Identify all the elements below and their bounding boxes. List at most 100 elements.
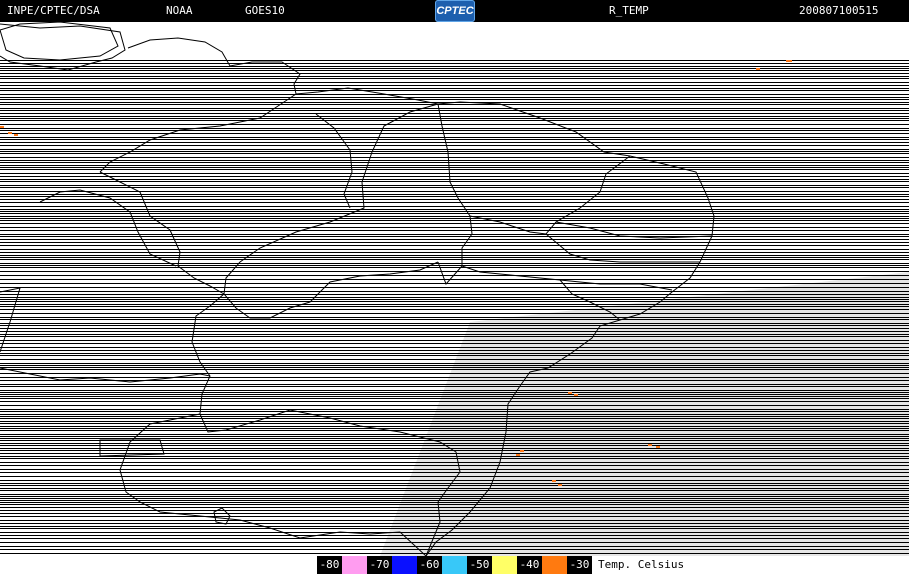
scan-line [0, 137, 909, 138]
scan-line [0, 430, 909, 431]
scan-line [0, 169, 909, 170]
scan-line [0, 350, 909, 351]
scan-line [0, 297, 909, 298]
scan-line [0, 434, 909, 435]
scan-line [0, 99, 909, 100]
scan-line [0, 416, 909, 417]
legend-swatch-3 [492, 556, 517, 574]
scan-line [0, 196, 909, 197]
scan-line [0, 469, 909, 470]
legend-label-1: -70 [367, 556, 392, 574]
scan-line [0, 104, 909, 105]
scan-line [0, 66, 909, 67]
cold-pixel [516, 454, 520, 456]
legend-label-0: -80 [317, 556, 342, 574]
scan-line [0, 386, 909, 387]
scan-line [0, 458, 909, 459]
scan-line [0, 181, 909, 182]
cold-pixel [520, 450, 524, 452]
scan-line [0, 390, 909, 391]
scan-line [0, 418, 909, 419]
scan-line [0, 306, 909, 307]
scan-line [0, 472, 909, 473]
scan-line [0, 202, 909, 203]
scan-line [0, 73, 909, 74]
scan-line [0, 355, 909, 356]
cold-pixel [14, 134, 18, 136]
scan-line [0, 483, 909, 484]
scan-line [0, 301, 909, 302]
scan-line [0, 78, 909, 79]
timestamp-label: 200807100515 [799, 4, 879, 17]
scan-line [0, 88, 909, 89]
satellite-label: GOES10 [245, 4, 285, 17]
scan-line [0, 176, 909, 177]
scan-line [0, 347, 909, 348]
scan-line [0, 336, 909, 337]
scan-line [0, 553, 909, 554]
scan-line [0, 421, 909, 422]
scan-line [0, 328, 909, 329]
scan-line [0, 384, 909, 385]
scan-line [0, 549, 909, 550]
scan-line [0, 220, 909, 221]
legend-swatch-2 [442, 556, 467, 574]
scan-line [0, 157, 909, 158]
legend-swatch-4 [542, 556, 567, 574]
scan-line [0, 496, 909, 497]
cold-pixel [756, 68, 760, 70]
scan-line [0, 542, 909, 543]
scan-line [0, 116, 909, 117]
scan-line [0, 263, 909, 264]
legend-title: Temp. Celsius [598, 558, 685, 571]
scan-line [0, 443, 909, 444]
scan-line [0, 130, 909, 131]
scan-line [0, 187, 909, 188]
scan-line [0, 313, 909, 314]
cold-pixel [568, 392, 572, 394]
scan-line [0, 535, 909, 536]
scan-line [0, 179, 909, 180]
scan-line [0, 165, 909, 166]
scan-line [0, 213, 909, 214]
scan-line [0, 249, 909, 250]
header-bar: INPE/CPTEC/DSA NOAA GOES10 CPTEC R_TEMP … [0, 0, 909, 22]
scan-line [0, 488, 909, 489]
scan-line [0, 234, 909, 235]
legend-swatch-1 [392, 556, 417, 574]
scan-line [0, 485, 909, 486]
scan-line [0, 194, 909, 195]
cold-pixel [0, 126, 4, 128]
scan-line [0, 133, 909, 134]
scan-line [0, 287, 909, 288]
scan-line [0, 113, 909, 114]
scan-line [0, 90, 909, 91]
scan-line [0, 206, 909, 207]
scan-line [0, 149, 909, 150]
product-label: R_TEMP [609, 4, 649, 17]
scan-line [0, 236, 909, 237]
scan-line [0, 409, 909, 410]
legend-swatch-0 [342, 556, 367, 574]
scan-line [0, 546, 909, 547]
scan-line [0, 63, 909, 64]
scan-line [0, 411, 909, 412]
scan-line [0, 392, 909, 393]
scan-line [0, 162, 909, 163]
scan-line [0, 377, 909, 378]
scan-line [0, 153, 909, 154]
scan-line [0, 60, 909, 61]
scan-line [0, 532, 909, 533]
scan-line [0, 160, 909, 161]
scan-line [0, 462, 909, 463]
scan-line [0, 128, 909, 129]
scan-line [0, 267, 909, 268]
scan-line [0, 513, 909, 514]
scan-line [0, 209, 909, 210]
legend-label-2: -60 [417, 556, 442, 574]
legend-label-3: -50 [467, 556, 492, 574]
scan-line [0, 259, 909, 260]
scan-line [0, 255, 909, 256]
scan-line [0, 343, 909, 344]
scan-line [0, 142, 909, 143]
